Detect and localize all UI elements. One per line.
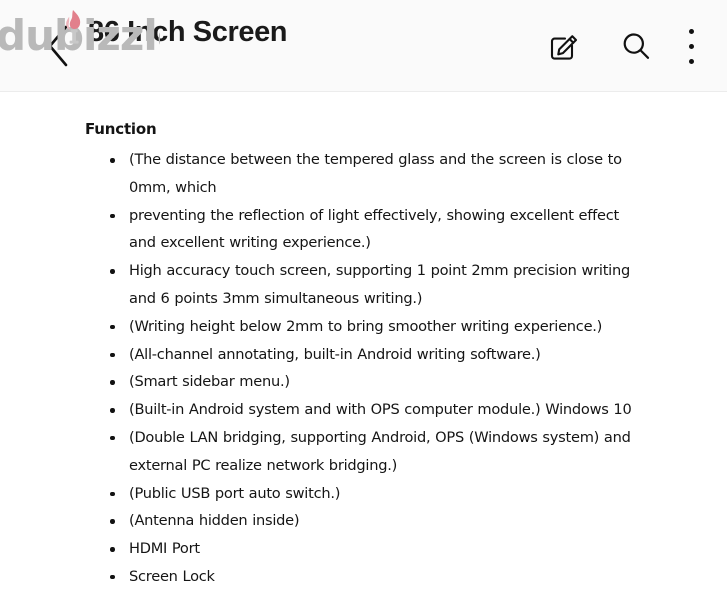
list-item: (Public USB port auto switch.) [110,480,640,508]
edit-button[interactable] [537,19,591,73]
more-options-button[interactable] [673,19,709,73]
back-button[interactable] [40,22,80,70]
header-actions [537,0,727,92]
list-item-text: (Smart sidebar menu.) [129,373,290,391]
list-item: (Writing height below 2mm to bring smoot… [110,313,640,341]
list-item: Screen Lock [110,563,640,591]
list-item-text: (The distance between the tempered glass… [129,151,622,196]
list-item-text: (Public USB port auto switch.) [129,484,341,502]
feature-list: (The distance between the tempered glass… [110,146,640,591]
list-item: HDMI Port [110,535,640,563]
list-item-text: HDMI Port [129,540,200,558]
page-title: 86 Inch Screen [88,16,288,48]
list-item-text: (Antenna hidden inside) [129,512,300,530]
list-item: (Smart sidebar menu.) [110,368,640,396]
section-title-function: Function [85,120,157,138]
edit-icon [550,35,578,60]
list-item: (Built-in Android system and with OPS co… [110,396,640,424]
list-item: (All-channel annotating, built-in Androi… [110,341,640,369]
list-item-text: (Double LAN bridging, supporting Android… [129,428,631,474]
content-area: Function (The distance between the tempe… [0,92,727,600]
search-icon [623,33,650,59]
more-icon [688,24,694,69]
list-item: High accuracy touch screen, supporting 1… [110,257,640,313]
back-chevron-icon [48,25,68,67]
list-item-text: (Built-in Android system and with OPS co… [129,401,632,419]
search-button[interactable] [609,19,663,73]
list-item-text: High accuracy touch screen, supporting 1… [129,262,630,307]
list-item-text: preventing the reflection of light effec… [129,206,619,252]
list-item: (Antenna hidden inside) [110,507,640,535]
list-item-text: Screen Lock [129,567,215,585]
app-root: dubizzle 86 Inch Screen [0,0,727,600]
list-item-text: (All-channel annotating, built-in Androi… [129,345,541,363]
app-header: dubizzle 86 Inch Screen [0,0,727,92]
list-item-text: (Writing height below 2mm to bring smoot… [129,317,603,335]
list-item: preventing the reflection of light effec… [110,202,640,258]
list-item: (The distance between the tempered glass… [110,146,640,202]
list-item: (Double LAN bridging, supporting Android… [110,424,640,480]
